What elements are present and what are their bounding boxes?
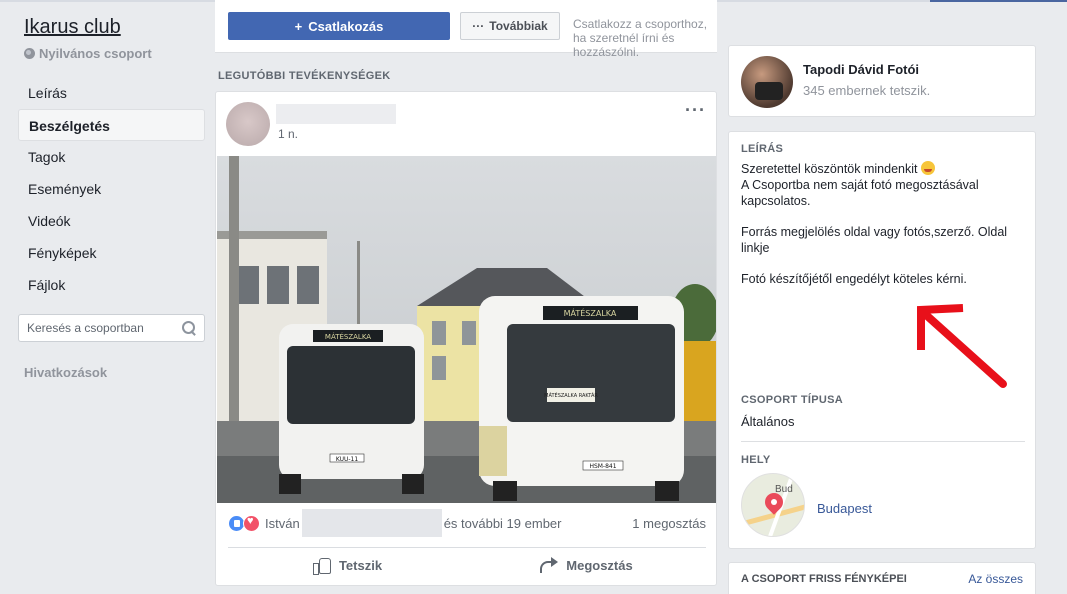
share-button[interactable]: Megosztás [467,550,706,580]
group-info-card: LEÍRÁS Szeretettel köszöntök mindenkit A… [728,131,1036,549]
group-search-input[interactable]: Keresés a csoportban [18,314,205,342]
like-button-label: Tetszik [338,557,383,573]
nav-item-photos[interactable]: Fényképek [18,237,205,269]
author-avatar[interactable] [226,102,270,146]
left-bus-plate: KUU-11 [336,456,359,463]
description-line-4: Fotó készítőjétől engedélyt köteles kérn… [741,272,967,286]
join-button[interactable]: + Csatlakozás [228,12,450,40]
description-line-1: Szeretettel köszöntök mindenkit [741,162,918,176]
right-bus-plate: HSM-841 [589,463,616,470]
search-placeholder: Keresés a csoportban [27,321,144,335]
description-line-3: Forrás megjelölés oldal vagy fotós,szerz… [741,225,1008,255]
description-text: Szeretettel köszöntök mindenkit A Csopor… [741,161,1021,302]
search-icon[interactable] [182,321,196,335]
left-sidebar: Ikarus club Nyilvános csoport Leírás Bes… [0,0,215,594]
recent-photos-card: A CSOPORT FRISS FÉNYKÉPEI Az összes [728,562,1036,594]
right-bus-windshield-sign: MÁTÉSZALKA RAKTÁR [544,391,598,399]
join-button-label: Csatlakozás [308,18,384,34]
group-type-heading: CSOPORT TÍPUSA [741,394,843,406]
reaction-name-redacted [301,509,442,537]
page-avatar[interactable] [741,56,793,108]
page-name[interactable]: Tapodi Dávid Fotói [803,62,919,77]
reactions-bar: István és további 19 ember 1 megosztás [228,509,706,537]
join-bar: + Csatlakozás ··· Továbbiak Csatlakozz a… [215,0,717,59]
join-hint: Csatlakozz a csoporthoz, ha szeretnél ír… [573,17,708,59]
reaction-first-name[interactable]: István [265,516,300,531]
nav-item-members[interactable]: Tagok [18,141,205,173]
post-divider [228,547,706,548]
group-type-value: Általános [741,414,795,429]
post-photo[interactable]: MÁTÉSZALKA KUU-11 MÁTÉSZALKA MÁTÉSZALKA … [217,156,716,503]
more-button[interactable]: ··· Továbbiak [460,12,560,40]
group-nav: Leírás Beszélgetés Tagok Események Videó… [18,77,205,301]
description-line-2: A Csoportba nem saját fotó megosztásával… [741,178,979,208]
reaction-others[interactable]: és további 19 ember [444,516,562,531]
group-title[interactable]: Ikarus club [24,16,121,39]
more-button-label: Továbbiak [489,19,548,33]
location-heading: HELY [741,454,771,466]
post-timestamp[interactable]: 1 n. [278,127,298,141]
share-count[interactable]: 1 megosztás [632,516,706,531]
nav-item-discussion[interactable]: Beszélgetés [18,109,205,141]
left-bus-sign: MÁTÉSZALKA [325,332,371,341]
group-privacy-label: Nyilvános csoport [39,46,152,61]
thumbs-up-icon [312,557,331,575]
wink-emoji-icon [920,161,935,175]
group-privacy: Nyilvános csoport [24,46,152,61]
bus-photo-illustration: MÁTÉSZALKA KUU-11 MÁTÉSZALKA MÁTÉSZALKA … [217,156,716,503]
location-link[interactable]: Budapest [817,501,872,516]
globe-icon [24,48,35,59]
nav-item-videos[interactable]: Videók [18,205,205,237]
description-heading: LEÍRÁS [741,143,784,155]
right-bus-sign: MÁTÉSZALKA [564,307,617,318]
author-name-redacted [276,104,396,124]
see-all-link[interactable]: Az összes [968,572,1023,586]
card-divider [741,441,1025,442]
nav-item-description[interactable]: Leírás [18,77,205,109]
post-actions: Tetszik Megosztás [228,550,706,580]
recent-photos-heading: A CSOPORT FRISS FÉNYKÉPEI [741,573,907,585]
plus-icon: + [294,18,303,34]
page-likes: 345 embernek tetszik. [803,83,931,98]
share-arrow-icon [540,557,559,573]
post-options-icon[interactable]: ··· [685,100,706,121]
nav-item-files[interactable]: Fájlok [18,269,205,301]
red-annotation-arrow-icon [917,304,1007,388]
linked-page-card: Tapodi Dávid Fotói 345 embernek tetszik. [728,45,1036,117]
ellipsis-icon: ··· [472,19,485,33]
love-reaction-icon [243,514,260,532]
top-border-accent [930,0,1067,2]
recent-activity-heading: LEGUTÓBBI TEVÉKENYSÉGEK [218,70,391,82]
location-map[interactable]: Bud [741,473,805,537]
share-button-label: Megosztás [566,557,633,573]
post-card: 1 n. ··· MÁTÉSZALKA KUU-11 MÁTÉSZALKA MÁ… [215,91,717,586]
nav-item-events[interactable]: Események [18,173,205,205]
like-button[interactable]: Tetszik [228,550,467,580]
links-heading[interactable]: Hivatkozások [24,365,107,380]
